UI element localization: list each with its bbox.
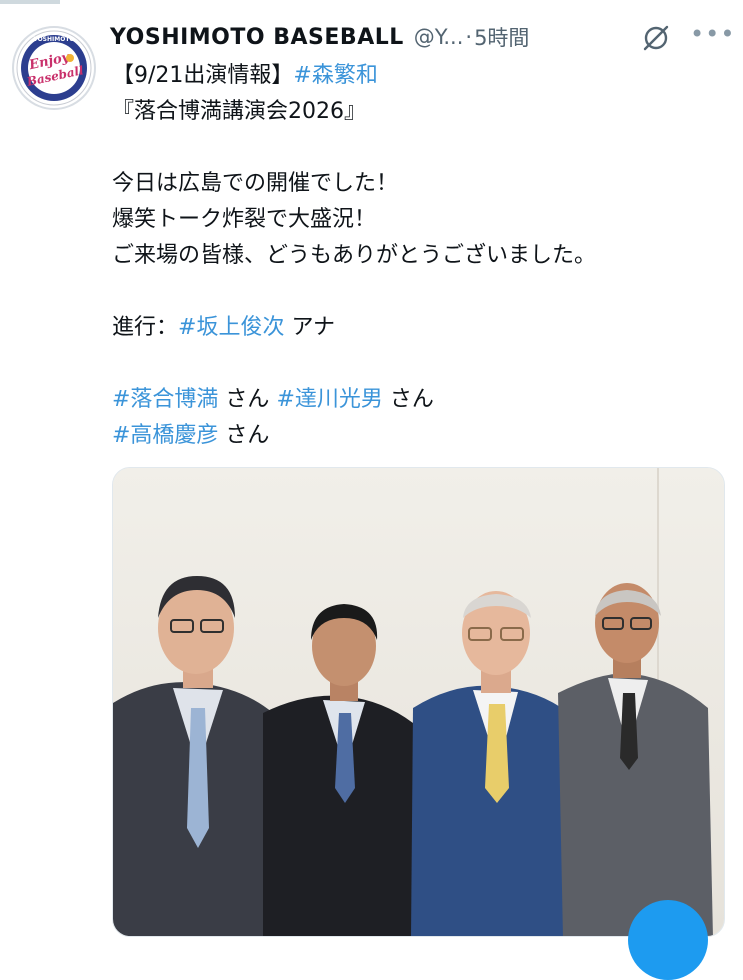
tweet-header: YOSHIMOTO BASEBALL @Y... · 5時間: [110, 20, 727, 54]
text-line: 今日は広島での開催でした！: [112, 171, 399, 196]
text-line: 爆笑トーク炸裂で大盛況！: [112, 207, 377, 232]
hashtag-link[interactable]: #達川光男: [276, 387, 382, 412]
text-line: 【9/21出演情報】#森繁和: [112, 58, 732, 94]
text-line: 進行：#坂上俊次 アナ: [112, 310, 732, 346]
tweet-text: 【9/21出演情報】#森繁和 『落合博満講演会2026』 今日は広島での開催でし…: [112, 58, 732, 454]
grok-icon[interactable]: [640, 22, 672, 54]
text-line: #落合博満 さん #達川光男 さん: [112, 382, 732, 418]
host-label: 進行：: [112, 315, 179, 340]
top-divider: [0, 0, 60, 4]
hashtag-link[interactable]: #坂上俊次: [178, 315, 284, 340]
separator: ·: [465, 25, 473, 49]
more-icon[interactable]: •••: [690, 20, 735, 48]
timestamp[interactable]: 5時間: [474, 22, 529, 52]
group-photo-image: [113, 468, 724, 936]
avatar[interactable]: YOSHIMOTO Enjoy Baseball: [12, 26, 96, 110]
event-title: 『落合博満講演会2026』: [112, 99, 366, 124]
hashtag-link[interactable]: #落合博満: [112, 387, 218, 412]
text-line: #高橋慶彦 さん: [112, 418, 732, 454]
honorific: さん: [218, 423, 270, 448]
svg-text:YOSHIMOTO: YOSHIMOTO: [32, 36, 74, 43]
compose-fab[interactable]: [628, 900, 708, 980]
text-line: ご来場の皆様、どうもありがとうございました。: [112, 243, 597, 268]
display-name[interactable]: YOSHIMOTO BASEBALL: [110, 25, 404, 50]
honorific: さん: [382, 387, 434, 412]
honorific: さん: [218, 387, 277, 412]
tweet-photo[interactable]: [112, 467, 725, 937]
host-suffix: アナ: [284, 315, 336, 340]
hashtag-link[interactable]: #森繁和: [293, 63, 377, 88]
hashtag-link[interactable]: #高橋慶彦: [112, 423, 218, 448]
enjoy-baseball-logo: YOSHIMOTO Enjoy Baseball: [16, 30, 92, 106]
handle[interactable]: @Y...: [414, 25, 464, 49]
event-label: 【9/21出演情報】: [112, 63, 294, 88]
